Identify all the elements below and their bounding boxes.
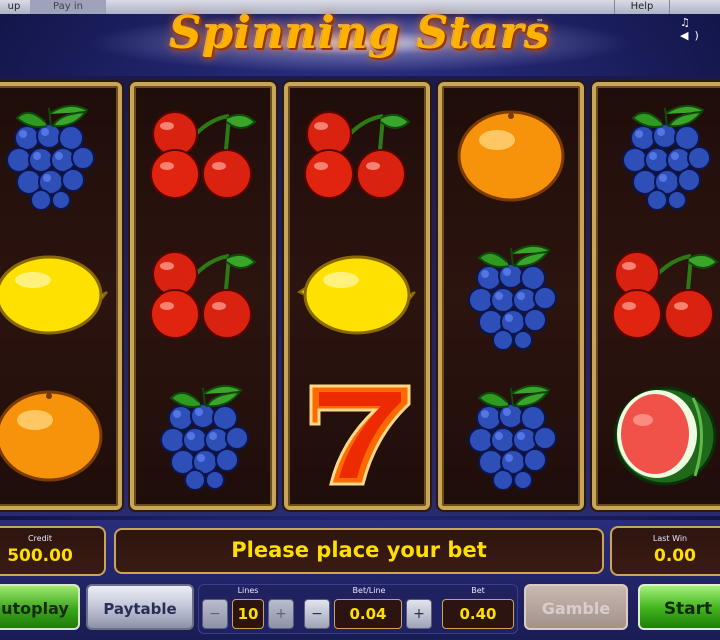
lemon-icon <box>288 226 426 364</box>
lemon-icon <box>0 226 118 364</box>
reel-5 <box>592 82 720 510</box>
sound-toggle-icons[interactable]: ♫ ◀) <box>680 16 720 42</box>
orange-icon <box>442 86 580 224</box>
grapes-icon <box>596 86 720 224</box>
bet-label: Bet <box>471 586 485 595</box>
cherries-icon <box>134 226 272 364</box>
credit-value: 500.00 <box>7 546 73 566</box>
setup-tab[interactable]: up <box>0 0 28 14</box>
reel-area <box>0 76 720 516</box>
trademark-mark: ™ <box>536 18 544 27</box>
bet-per-line-increase-button[interactable]: + <box>406 599 432 629</box>
grapes-icon <box>134 366 272 504</box>
lines-increase-button[interactable]: + <box>268 599 294 629</box>
credit-label: Credit <box>27 534 53 543</box>
last-win-label: Last Win <box>652 534 688 543</box>
bet-per-line-value: 0.04 <box>334 599 402 629</box>
reel-2 <box>130 82 276 510</box>
last-win-value: 0.00 <box>654 546 696 566</box>
game-title: Spinning Stars <box>169 8 551 59</box>
seven-icon <box>288 366 426 504</box>
watermelon-icon <box>596 366 720 504</box>
reel-3 <box>284 82 430 510</box>
grapes-icon <box>442 226 580 364</box>
bet-value: 0.40 <box>442 599 514 629</box>
cherries-icon <box>288 86 426 224</box>
start-button[interactable]: Start <box>638 584 720 630</box>
lines-value: 10 <box>232 599 264 629</box>
reel-4 <box>438 82 584 510</box>
bet-per-line-label: Bet/Line <box>352 586 386 595</box>
orange-icon <box>0 366 118 504</box>
lines-decrease-button[interactable]: − <box>202 599 228 629</box>
status-message: Please place your bet <box>231 538 487 562</box>
cherries-icon <box>134 86 272 224</box>
lines-label: Lines <box>237 586 259 595</box>
autoplay-button[interactable]: utoplay <box>0 584 80 630</box>
paytable-button[interactable]: Paytable <box>86 584 194 630</box>
reel-1 <box>0 82 122 510</box>
grapes-icon <box>442 366 580 504</box>
gamble-button[interactable]: Gamble <box>524 584 628 630</box>
cherries-icon <box>596 226 720 364</box>
grapes-icon <box>0 86 118 224</box>
bet-per-line-decrease-button[interactable]: − <box>304 599 330 629</box>
